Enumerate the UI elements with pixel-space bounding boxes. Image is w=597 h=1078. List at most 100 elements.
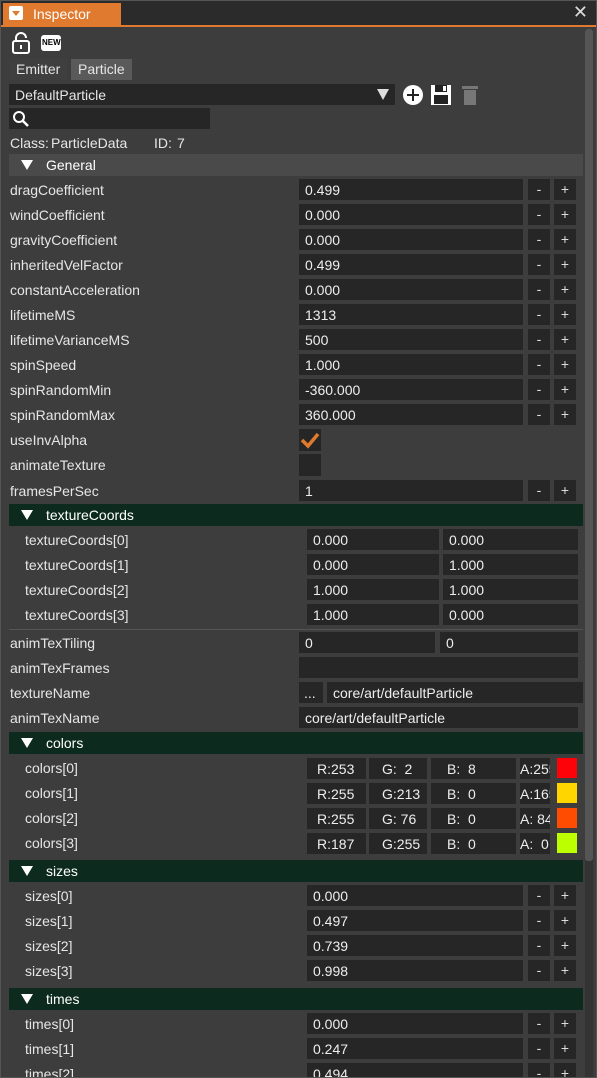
texcoord-u-input[interactable]: 1.000 [307,604,439,625]
color-b-input[interactable]: B: 0 [431,808,516,829]
increment-button[interactable]: + [554,960,576,981]
texcoord-v-input[interactable]: 1.000 [443,579,578,600]
decrement-button[interactable]: - [528,885,550,906]
value-input[interactable]: 500 [299,329,523,350]
use-inv-alpha-checkbox[interactable] [299,429,321,451]
decrement-button[interactable]: - [528,404,550,425]
texcoord-u-input[interactable]: 0.000 [307,529,439,550]
tab-emitter[interactable]: Emitter [9,59,68,80]
particle-select[interactable]: DefaultParticle [9,84,395,105]
increment-button[interactable]: + [554,279,576,300]
value-input[interactable]: 0.499 [299,179,523,200]
decrement-button[interactable]: - [528,304,550,325]
decrement-button[interactable]: - [528,480,550,501]
color-swatch[interactable] [557,833,577,853]
increment-button[interactable]: + [554,204,576,225]
scrollbar-thumb[interactable] [585,29,593,861]
value-input[interactable]: 1313 [299,304,523,325]
time-input[interactable]: 0.000 [307,1013,523,1034]
anim-tex-frames-input[interactable] [299,657,578,678]
anim-tex-tiling-y[interactable]: 0 [440,632,578,653]
section-sizes[interactable]: sizes [9,860,583,882]
decrement-button[interactable]: - [528,1013,550,1034]
section-times[interactable]: times [9,988,583,1010]
value-input[interactable]: 0.499 [299,254,523,275]
value-input[interactable]: 0.000 [299,229,523,250]
texcoord-u-input[interactable]: 0.000 [307,554,439,575]
value-input[interactable]: 1.000 [299,354,523,375]
animate-texture-checkbox[interactable] [299,454,321,476]
increment-button[interactable]: + [554,1063,576,1077]
color-r-input[interactable]: R:255 [307,783,366,804]
color-g-input[interactable]: G: 2 [369,758,427,779]
increment-button[interactable]: + [554,379,576,400]
decrement-button[interactable]: - [528,1038,550,1059]
increment-button[interactable]: + [554,254,576,275]
decrement-button[interactable]: - [528,379,550,400]
inspector-tab[interactable]: Inspector [3,3,121,25]
color-swatch[interactable] [557,808,577,828]
decrement-button[interactable]: - [528,354,550,375]
increment-button[interactable]: + [554,935,576,956]
lock-icon[interactable] [10,32,32,54]
color-swatch[interactable] [557,758,577,778]
color-r-input[interactable]: R:253 [307,758,366,779]
increment-button[interactable]: + [554,354,576,375]
window-menu-icon[interactable] [9,6,23,20]
increment-button[interactable]: + [554,910,576,931]
color-a-input[interactable]: A:255 [520,758,550,779]
increment-button[interactable]: + [554,179,576,200]
frames-per-sec-input[interactable]: 1 [299,480,523,501]
increment-button[interactable]: + [554,1038,576,1059]
increment-button[interactable]: + [554,229,576,250]
color-b-input[interactable]: B: 0 [431,833,516,854]
decrement-button[interactable]: - [528,254,550,275]
browse-button[interactable]: ... [299,682,323,703]
time-input[interactable]: 0.494 [307,1063,523,1077]
color-g-input[interactable]: G:213 [369,783,427,804]
decrement-button[interactable]: - [528,960,550,981]
texture-name-input[interactable]: core/art/defaultParticle [327,682,583,703]
value-input[interactable]: -360.000 [299,379,523,400]
size-input[interactable]: 0.000 [307,885,523,906]
decrement-button[interactable]: - [528,935,550,956]
texcoord-u-input[interactable]: 1.000 [307,579,439,600]
section-general[interactable]: General [9,154,583,176]
color-a-input[interactable]: A: 84 [520,808,550,829]
increment-button[interactable]: + [554,885,576,906]
save-icon[interactable] [430,84,452,106]
value-input[interactable]: 0.000 [299,204,523,225]
color-r-input[interactable]: R:255 [307,808,366,829]
close-icon[interactable]: ✕ [573,2,588,23]
section-colors[interactable]: colors [9,732,583,754]
color-a-input[interactable]: A:165 [520,783,550,804]
color-a-input[interactable]: A: 0 [520,833,550,854]
anim-tex-name-input[interactable]: core/art/defaultParticle [299,707,578,728]
value-input[interactable]: 0.000 [299,279,523,300]
decrement-button[interactable]: - [528,1063,550,1077]
increment-button[interactable]: + [554,1013,576,1034]
decrement-button[interactable]: - [528,179,550,200]
color-g-input[interactable]: G: 76 [369,808,427,829]
section-texturecoords[interactable]: textureCoords [9,504,583,526]
decrement-button[interactable]: - [528,204,550,225]
increment-button[interactable]: + [554,329,576,350]
color-b-input[interactable]: B: 0 [431,783,516,804]
new-icon[interactable]: NEW [40,32,62,54]
color-b-input[interactable]: B: 8 [431,758,516,779]
decrement-button[interactable]: - [528,279,550,300]
increment-button[interactable]: + [554,304,576,325]
texcoord-v-input[interactable]: 0.000 [443,529,578,550]
color-g-input[interactable]: G:255 [369,833,427,854]
delete-icon[interactable] [459,84,481,106]
value-input[interactable]: 360.000 [299,404,523,425]
time-input[interactable]: 0.247 [307,1038,523,1059]
tab-particle[interactable]: Particle [71,59,132,80]
increment-button[interactable]: + [554,480,576,501]
increment-button[interactable]: + [554,404,576,425]
size-input[interactable]: 0.497 [307,910,523,931]
size-input[interactable]: 0.739 [307,935,523,956]
size-input[interactable]: 0.998 [307,960,523,981]
anim-tex-tiling-x[interactable]: 0 [299,632,435,653]
color-r-input[interactable]: R:187 [307,833,366,854]
